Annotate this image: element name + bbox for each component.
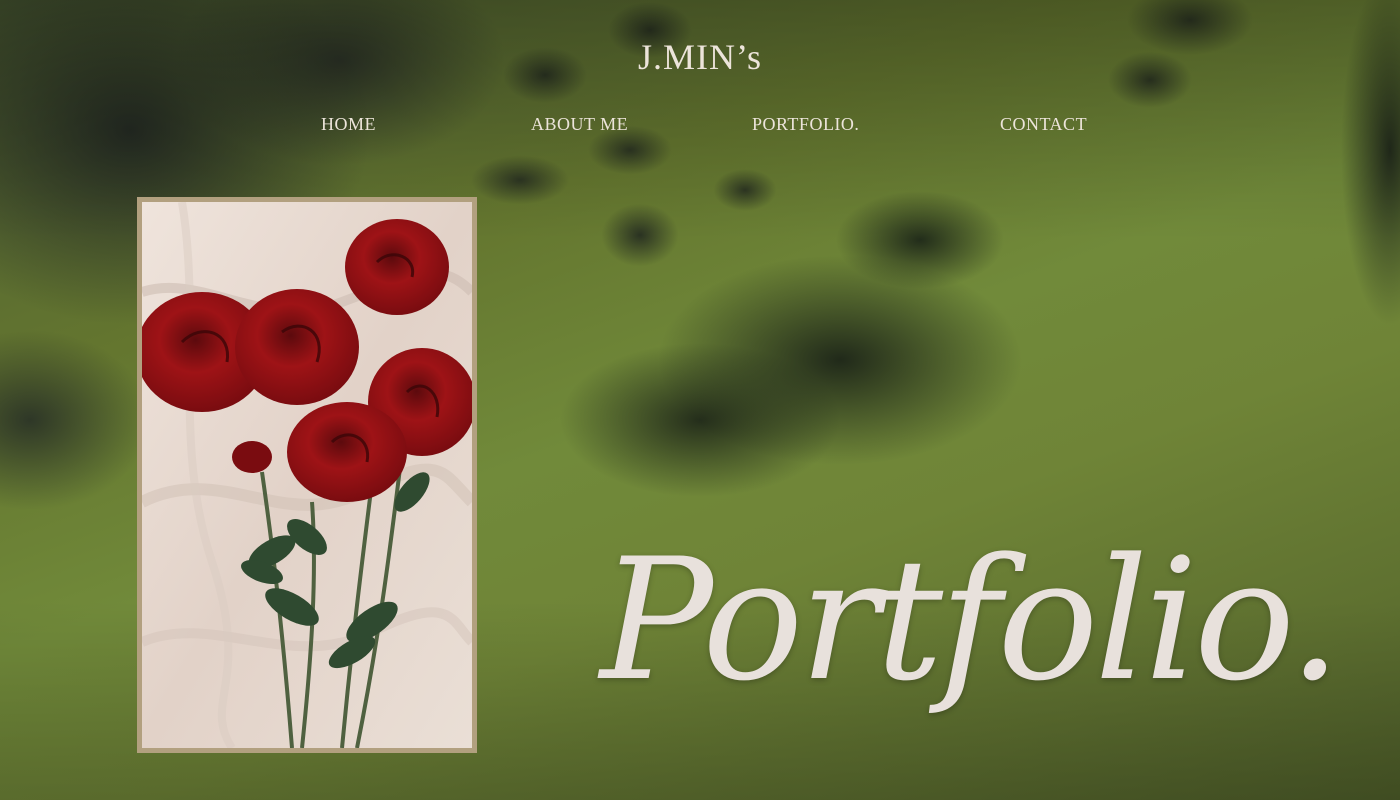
nav-home-link[interactable]: HOME (321, 114, 376, 135)
portfolio-headline: Portfolio. (600, 522, 1342, 718)
nav-contact-link[interactable]: CONTACT (1000, 114, 1087, 135)
nav-about-link[interactable]: ABOUT ME (531, 114, 628, 135)
site-logo[interactable]: J.MIN’s (0, 36, 1400, 78)
roses-photo (137, 197, 477, 753)
nav-portfolio-link[interactable]: PORTFOLIO. (752, 114, 859, 135)
roses-image (142, 202, 472, 748)
main-nav: HOME ABOUT ME PORTFOLIO. CONTACT (0, 114, 1400, 138)
